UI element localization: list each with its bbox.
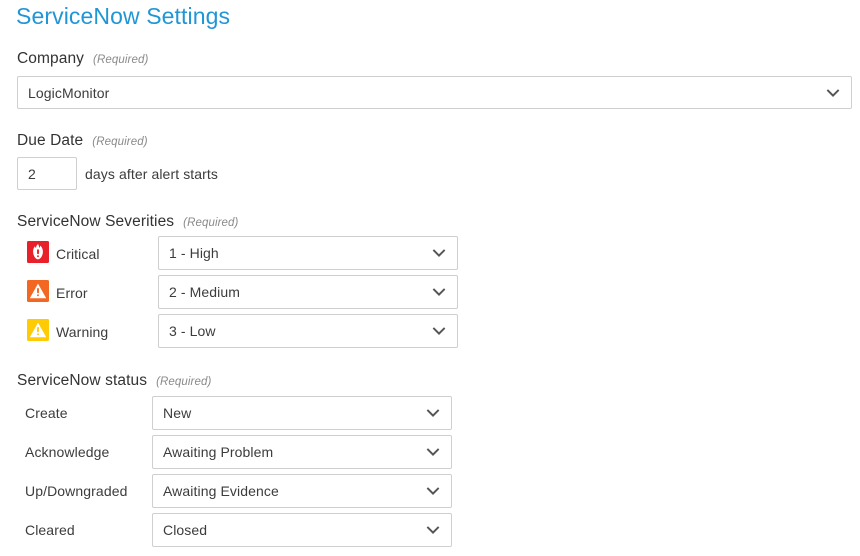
- company-section-heading: Company (Required): [17, 50, 148, 68]
- status-row-label-cleared: Cleared: [25, 522, 75, 538]
- severity-dropdown-critical[interactable]: 1 - High: [158, 236, 458, 270]
- due-date-days-input[interactable]: 2: [17, 157, 77, 190]
- status-selected-create: New: [163, 405, 192, 421]
- company-selected-value: LogicMonitor: [28, 84, 110, 101]
- severity-row-label-error: Error: [56, 285, 88, 301]
- status-dropdown-cleared[interactable]: Closed: [152, 513, 452, 547]
- due-date-section-heading: Due Date (Required): [17, 132, 148, 150]
- severities-required-note: (Required): [183, 217, 239, 229]
- severity-row-label-critical: Critical: [56, 246, 100, 262]
- chevron-down-icon[interactable]: [425, 444, 441, 460]
- status-row-label-create: Create: [25, 405, 68, 421]
- severity-selected-critical: 1 - High: [169, 245, 219, 261]
- severity-dropdown-error[interactable]: 2 - Medium: [158, 275, 458, 309]
- status-required-note: (Required): [156, 376, 212, 388]
- chevron-down-icon[interactable]: [431, 323, 447, 339]
- company-required-note: (Required): [93, 54, 149, 66]
- company-dropdown[interactable]: LogicMonitor: [17, 76, 852, 109]
- status-selected-cleared: Closed: [163, 522, 208, 538]
- status-label: ServiceNow status: [17, 372, 148, 389]
- severity-selected-warning: 3 - Low: [169, 323, 216, 339]
- status-selected-up-downgraded: Awaiting Evidence: [163, 483, 279, 499]
- due-date-required-note: (Required): [92, 136, 148, 148]
- status-dropdown-create[interactable]: New: [152, 396, 452, 430]
- due-date-days-value: 2: [28, 165, 36, 182]
- servicenow-settings-page: ServiceNow Settings Company (Required) L…: [0, 0, 860, 556]
- severity-row-label-warning: Warning: [56, 324, 109, 340]
- severities-label: ServiceNow Severities: [17, 213, 175, 230]
- company-label: Company: [17, 50, 85, 67]
- critical-flame-icon: [27, 241, 49, 263]
- status-row-label-acknowledge: Acknowledge: [25, 444, 110, 460]
- error-warning-triangle-icon: [27, 280, 49, 302]
- warning-triangle-icon: [27, 319, 49, 341]
- status-dropdown-up-downgraded[interactable]: Awaiting Evidence: [152, 474, 452, 508]
- status-row-label-up-downgraded: Up/Downgraded: [25, 483, 128, 499]
- status-dropdown-acknowledge[interactable]: Awaiting Problem: [152, 435, 452, 469]
- severities-section-heading: ServiceNow Severities (Required): [17, 213, 238, 231]
- chevron-down-icon[interactable]: [425, 405, 441, 421]
- due-date-suffix-text: days after alert starts: [85, 166, 219, 182]
- status-selected-acknowledge: Awaiting Problem: [163, 444, 274, 460]
- page-title: ServiceNow Settings: [16, 3, 231, 29]
- chevron-down-icon[interactable]: [425, 483, 441, 499]
- chevron-down-icon[interactable]: [431, 245, 447, 261]
- chevron-down-icon[interactable]: [425, 522, 441, 538]
- due-date-label: Due Date: [17, 132, 84, 149]
- chevron-down-icon[interactable]: [825, 85, 841, 101]
- chevron-down-icon[interactable]: [431, 284, 447, 300]
- severity-dropdown-warning[interactable]: 3 - Low: [158, 314, 458, 348]
- severity-selected-error: 2 - Medium: [169, 284, 241, 300]
- status-section-heading: ServiceNow status (Required): [17, 372, 211, 390]
